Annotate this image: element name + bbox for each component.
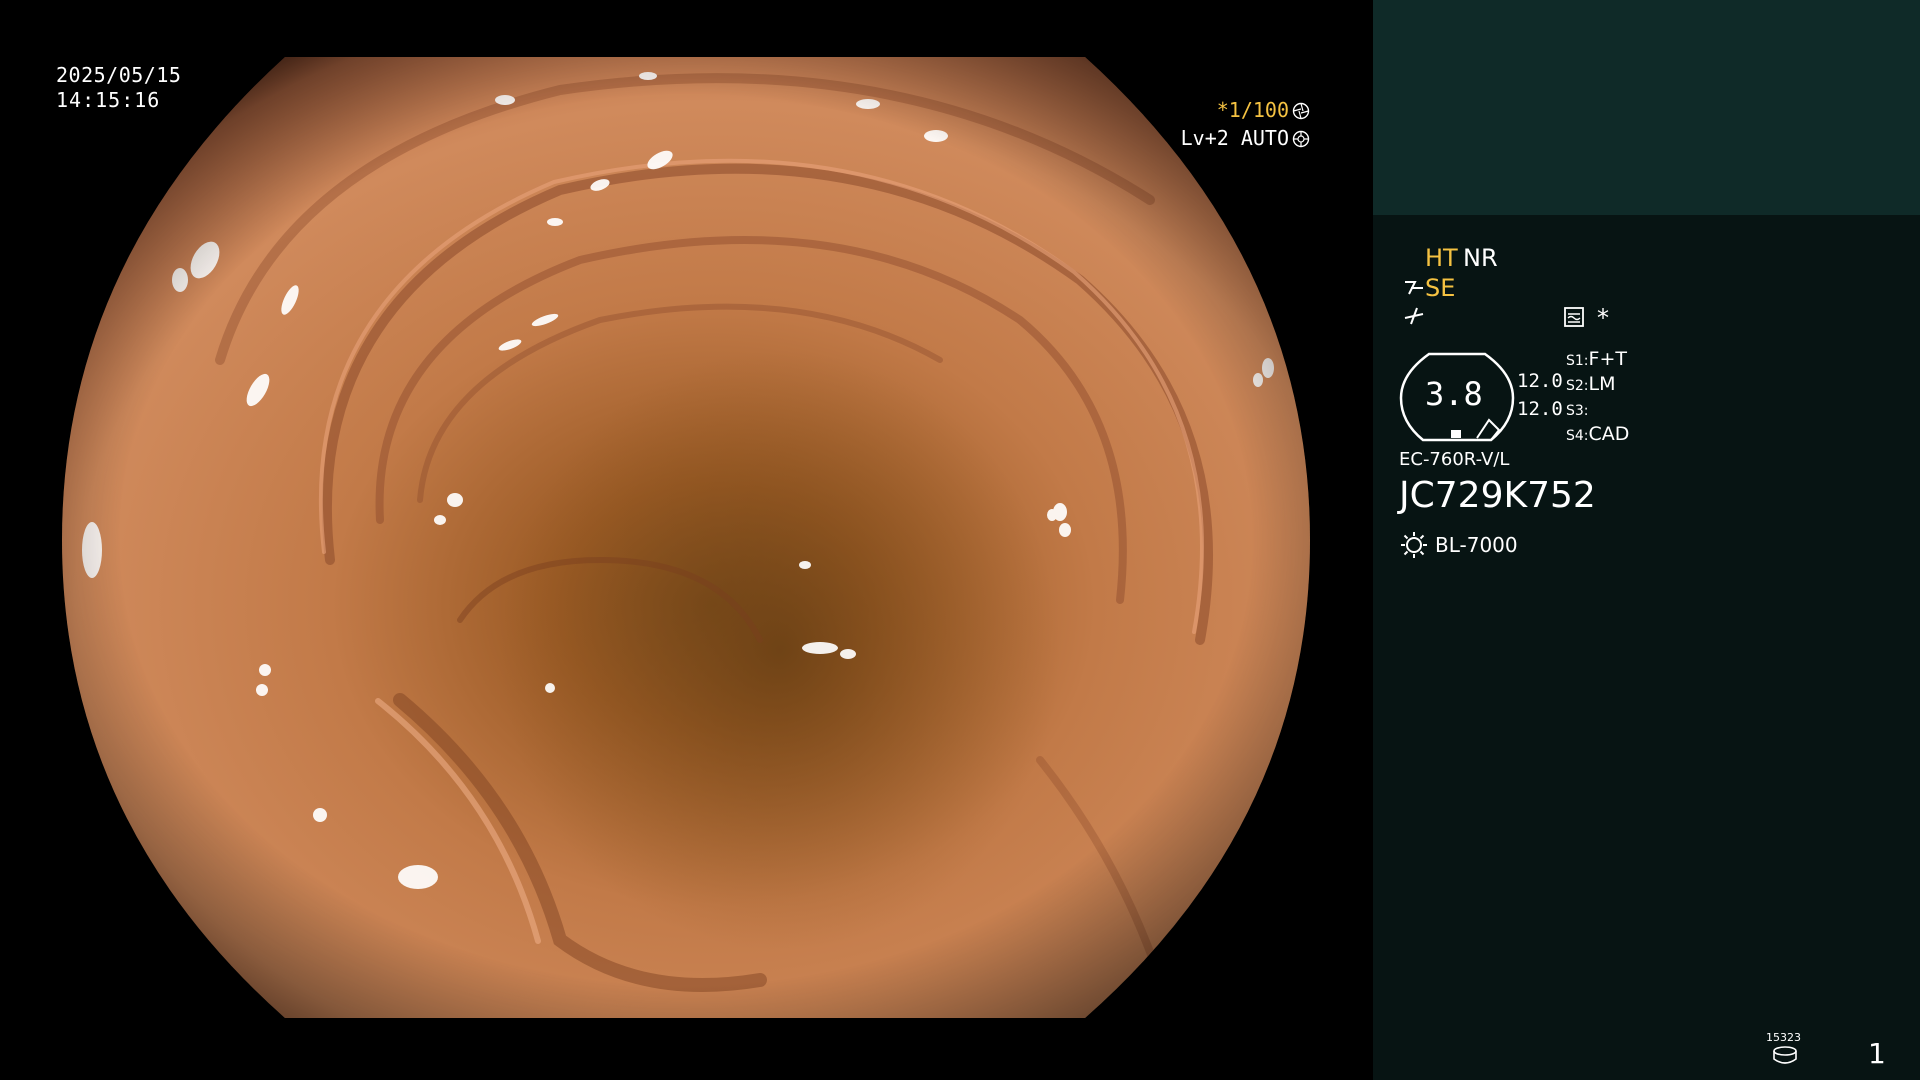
se-indicator: SE: [1425, 274, 1456, 302]
gauge-lower-value: 12.0: [1517, 398, 1563, 420]
switch-s4-value: CAD: [1588, 423, 1630, 445]
enhancement-mode-icon: [1564, 307, 1584, 327]
switch-s4: S4:CAD: [1566, 425, 1629, 444]
info-panel: HT NR SE * 3.8 12.0 12.0 S1:F+T S2:LM S3…: [1373, 0, 1920, 1080]
sharpness-icon: [1404, 307, 1424, 325]
star-marker: *: [1597, 304, 1609, 332]
shutter-speed-value: *1/100: [1216, 98, 1289, 122]
storage-count: 15323: [1766, 1031, 1801, 1044]
aperture-icon: [1292, 102, 1310, 120]
switch-s1-value: F+T: [1588, 348, 1627, 370]
switch-s3: S3:: [1566, 400, 1589, 419]
thumbnail-area: [1373, 0, 1920, 215]
switch-s2-value: LM: [1588, 373, 1616, 395]
switch-s3-label: S3:: [1566, 403, 1589, 419]
scope-model: EC-760R-V/L: [1399, 449, 1510, 470]
switch-s2: S2:LM: [1566, 375, 1616, 394]
iris-mode: Lv+2 AUTO: [1181, 128, 1310, 148]
switch-s4-label: S4:: [1566, 428, 1589, 444]
iris-mode-value: Lv+2 AUTO: [1180, 126, 1289, 150]
light-source-model: BL-7000: [1435, 533, 1518, 557]
page-number: 1: [1868, 1037, 1886, 1070]
shutter-speed: *1/100: [1217, 100, 1310, 120]
storage-disk-icon: [1773, 1046, 1797, 1064]
endoscopy-monitor-screen: 2025/05/15 14:15:16 *1/100 Lv+2 AUTO HT …: [0, 0, 1920, 1080]
switch-s1: S1:F+T: [1566, 350, 1627, 369]
switch-s1-label: S1:: [1566, 353, 1589, 369]
switch-s2-label: S2:: [1566, 378, 1589, 394]
gauge-upper-value: 12.0: [1517, 370, 1563, 392]
capture-time: 14:15:16: [56, 88, 161, 112]
capture-date: 2025/05/15: [56, 63, 182, 87]
light-source-icon: [1401, 532, 1427, 558]
scope-serial: JC729K752: [1399, 475, 1596, 516]
structure-enhancement-icon: [1405, 281, 1423, 295]
zoom-gauge-value: 3.8: [1425, 375, 1483, 413]
colon-lumen-image: [62, 57, 1310, 1018]
aperture-auto-icon: [1292, 130, 1310, 148]
nr-indicator: NR: [1463, 244, 1498, 272]
endoscopic-view: 2025/05/15 14:15:16 *1/100 Lv+2 AUTO: [0, 0, 1372, 1080]
ht-indicator: HT: [1425, 244, 1458, 272]
